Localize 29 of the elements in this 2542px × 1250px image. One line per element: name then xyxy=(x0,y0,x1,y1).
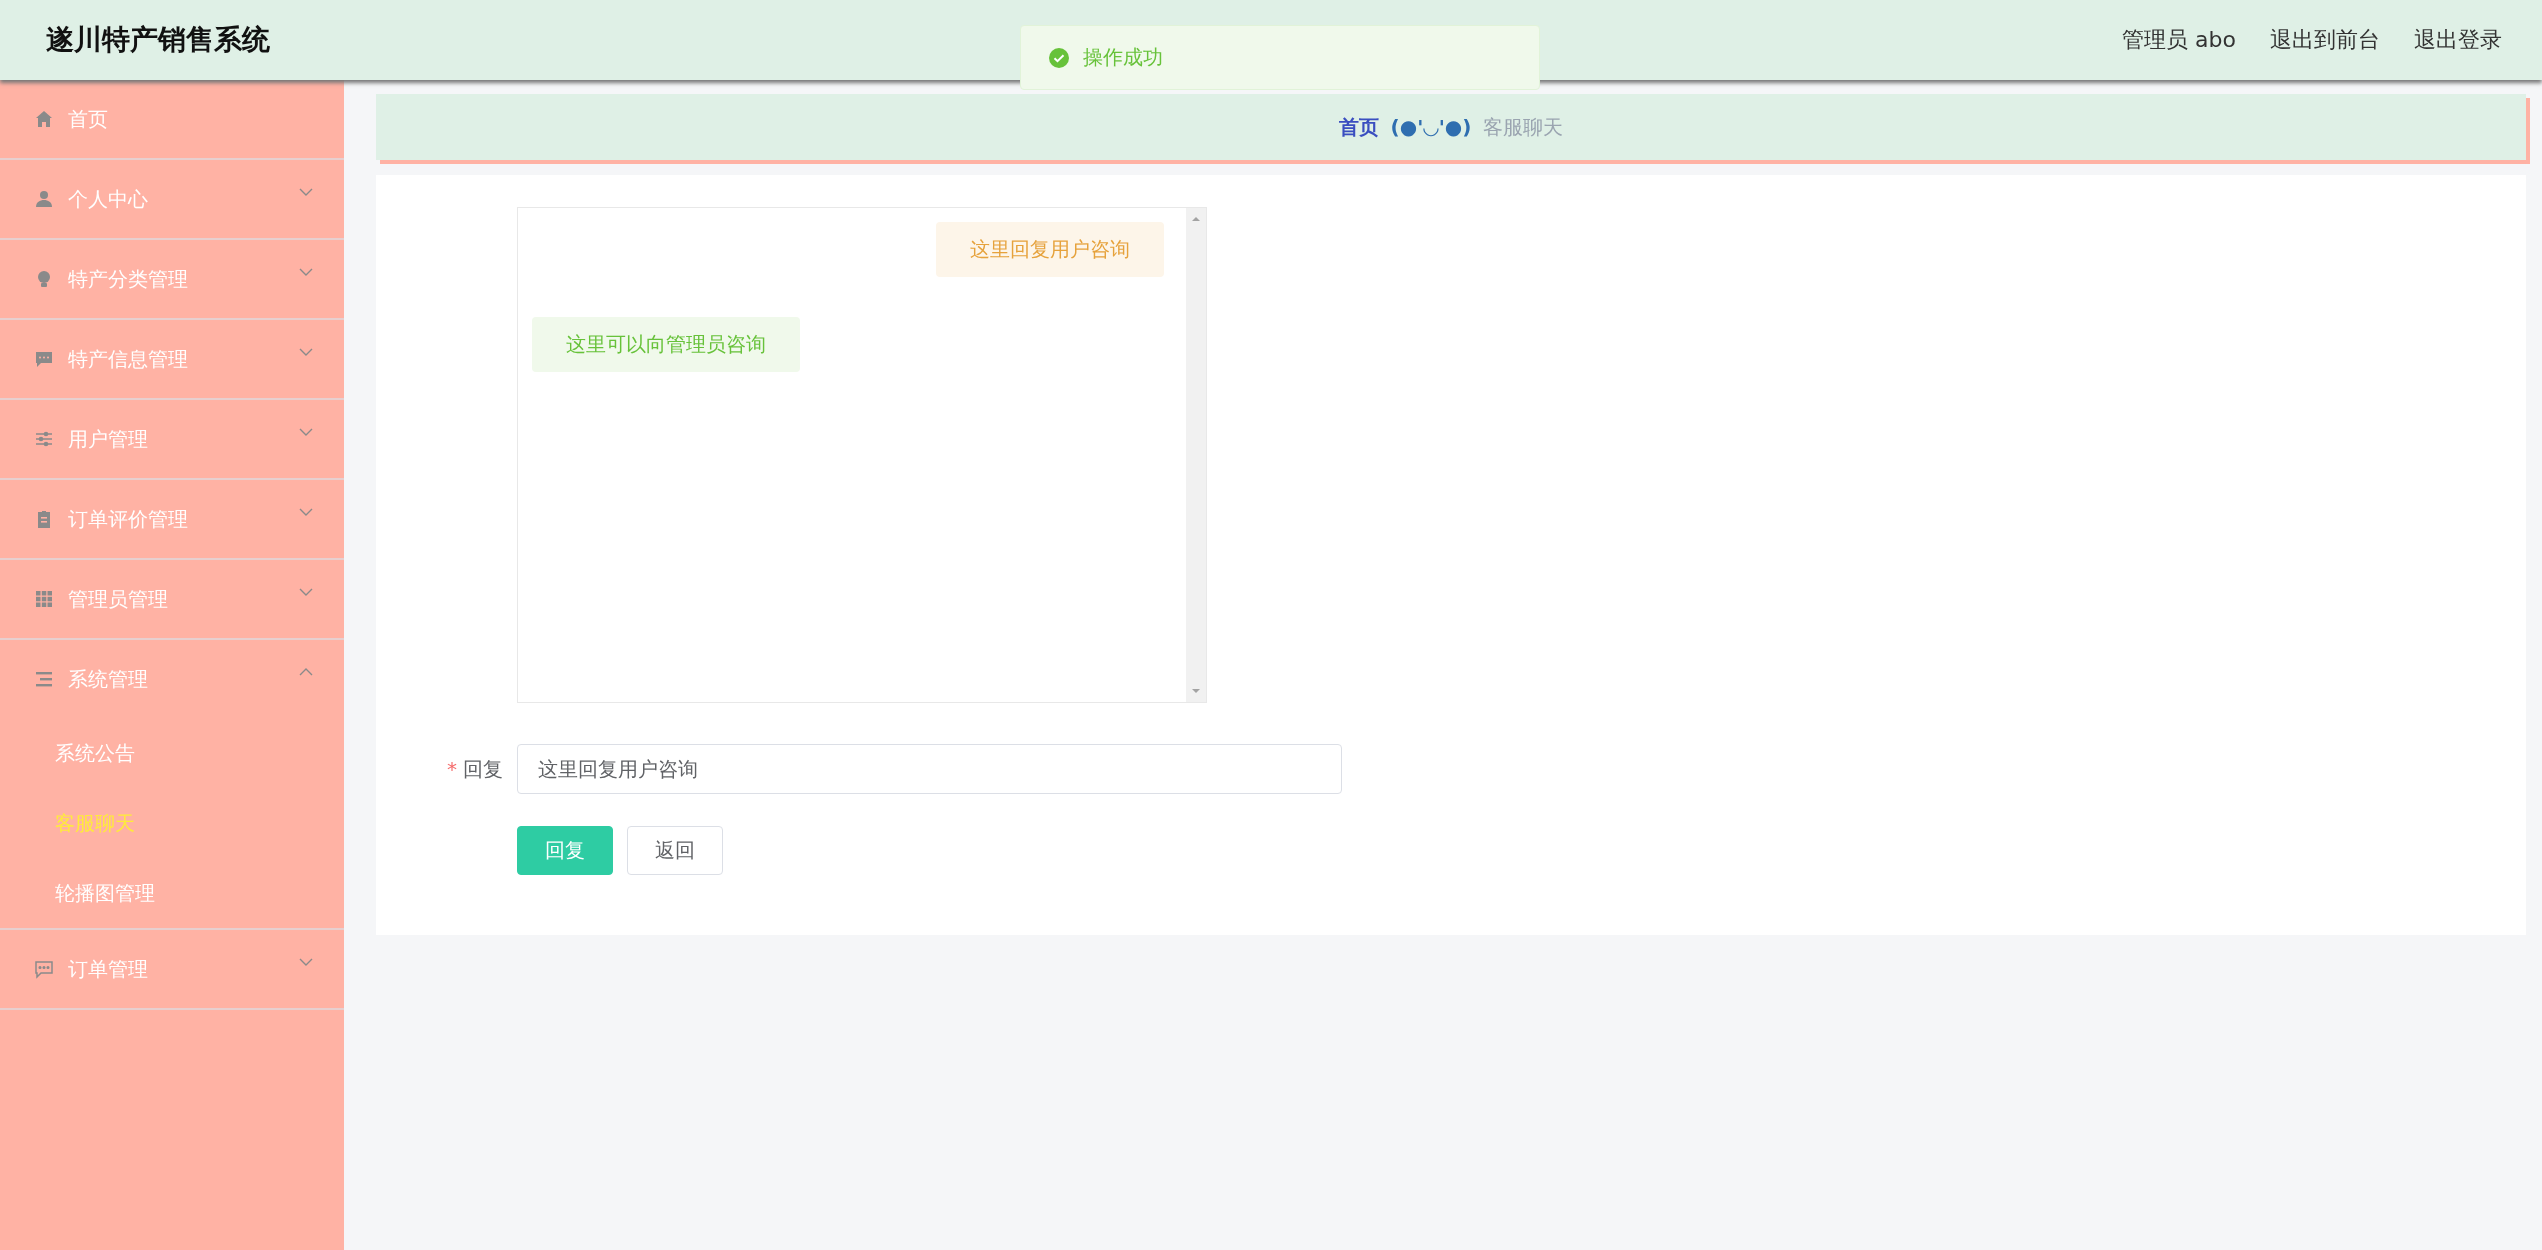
reply-button[interactable]: 回复 xyxy=(517,826,613,875)
reply-input[interactable]: 这里回复用户咨询 xyxy=(517,744,1342,794)
sidebar-item[interactable]: 系统管理 xyxy=(0,640,344,718)
question-message: 这里可以向管理员咨询 xyxy=(532,317,800,372)
submenu-item[interactable]: 客服聊天 xyxy=(0,788,344,858)
header-link[interactable]: 退出登录 xyxy=(2414,25,2502,55)
submenu-item[interactable]: 系统公告 xyxy=(0,718,344,788)
sliders-icon xyxy=(34,429,54,449)
header-link[interactable]: 退出到前台 xyxy=(2270,25,2380,55)
app-title: 遂川特产销售系统 xyxy=(46,22,270,58)
person-icon xyxy=(34,189,54,209)
breadcrumb-link[interactable]: 首页 xyxy=(1338,113,1379,141)
home-icon xyxy=(34,109,54,129)
scrollbar[interactable] xyxy=(1186,208,1206,702)
breadcrumb-separator: (●'◡'●) xyxy=(1390,115,1472,139)
reply-label: 回复 xyxy=(463,756,503,781)
breadcrumb-current: 客服聊天 xyxy=(1483,113,1564,141)
reply-message: 这里回复用户咨询 xyxy=(936,222,1164,277)
chat-outline-icon xyxy=(34,959,54,979)
required-mark: * xyxy=(447,756,457,781)
back-button[interactable]: 返回 xyxy=(627,826,723,875)
chat-bubble-icon xyxy=(34,349,54,369)
scroll-up-icon xyxy=(1191,216,1201,222)
user-label: 管理员 abo xyxy=(2122,26,2236,54)
toast-message: 操作成功 xyxy=(1083,44,1163,71)
check-circle-icon xyxy=(1049,47,1069,68)
grid-icon xyxy=(34,589,54,609)
list-icon xyxy=(34,669,54,689)
scroll-down-icon xyxy=(1191,688,1201,694)
